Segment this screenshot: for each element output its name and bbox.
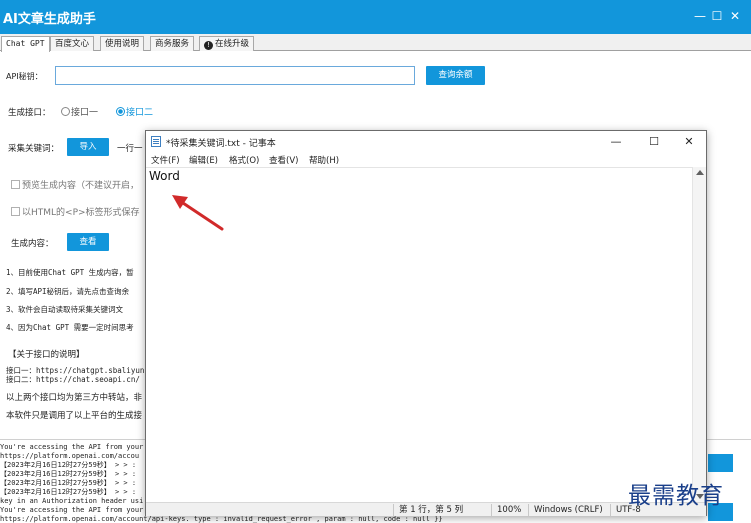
- scroll-up-arrow-icon[interactable]: [696, 170, 704, 175]
- tab-baidu-wenxin[interactable]: 百度文心: [50, 36, 95, 51]
- log-line: https://platform.openai.com/accou: [0, 452, 140, 460]
- platform-note: 本软件只是调用了以上平台的生成接: [6, 411, 143, 421]
- api-key-input[interactable]: [55, 66, 415, 85]
- menu-file[interactable]: 文件(F): [151, 154, 180, 166]
- note-line-3: 3、软件会自动读取待采集关键词文: [6, 305, 124, 314]
- tab-online-upgrade[interactable]: ! 在线升级: [199, 36, 255, 51]
- log-line: https://platform.openai.com/account/api-…: [0, 515, 443, 523]
- log-line: 【2023年2月16日12时27分59秒】 > > :: [0, 461, 137, 469]
- notepad-close-button[interactable]: ✕: [681, 134, 697, 149]
- html-p-checkbox-label: 以HTML的<P>标签形式保存: [22, 208, 140, 218]
- interface-heading: 【关于接口的说明】: [8, 350, 85, 360]
- notepad-menubar: 文件(F) 编辑(E) 格式(O) 查看(V) 帮助(H): [146, 152, 706, 167]
- tab-business-service[interactable]: 商务服务: [150, 36, 195, 51]
- note-line-1: 1、目前使用Chat GPT 生成内容，暂: [6, 268, 134, 277]
- preview-checkbox-label: 预览生成内容（不建议开启，: [22, 181, 140, 191]
- log-line: 【2023年2月16日12时27分59秒】 > > :: [0, 479, 137, 487]
- close-button[interactable]: ✕: [727, 8, 743, 24]
- log-line: key in an Authorization header usi: [0, 497, 144, 505]
- import-button[interactable]: 导入: [67, 138, 109, 156]
- log-line: 【2023年2月16日12时27分59秒】 > > :: [0, 488, 137, 496]
- status-line-ending: Windows (CRLF): [528, 504, 610, 516]
- tab-usage-guide[interactable]: 使用说明: [100, 36, 145, 51]
- interface-label: 生成接口：: [8, 108, 51, 118]
- notepad-maximize-button[interactable]: ☐: [646, 134, 662, 149]
- watermark-logo: 最需教育: [628, 483, 724, 509]
- red-arrow-icon: [172, 195, 224, 231]
- menu-view[interactable]: 查看(V): [269, 154, 298, 166]
- radio-dot: [61, 107, 70, 116]
- maximize-button[interactable]: ☐: [709, 8, 725, 24]
- interface-line-2: 接口二：https://chat.seoapi.cn/: [6, 375, 140, 384]
- query-balance-button[interactable]: 查询余额: [426, 66, 485, 85]
- html-p-checkbox[interactable]: 以HTML的<P>标签形式保存: [11, 205, 140, 218]
- note-line-2: 2、填写API秘钥后，请先点击查询余: [6, 287, 130, 296]
- app-title: AI文章生成助手: [3, 12, 96, 27]
- radio-interface-1[interactable]: 接口一: [61, 105, 98, 118]
- notepad-vertical-scrollbar[interactable]: [692, 167, 706, 502]
- log-line: You're accessing the API from your: [0, 506, 144, 514]
- radio-interface-1-label: 接口一: [71, 108, 99, 118]
- notepad-file-icon: [151, 136, 161, 147]
- view-button[interactable]: 查看: [67, 233, 109, 251]
- log-line: 【2023年2月16日12时27分59秒】 > > :: [0, 470, 137, 478]
- minimize-button[interactable]: —: [692, 8, 708, 24]
- menu-help[interactable]: 帮助(H): [309, 154, 339, 166]
- right-panel-button[interactable]: [708, 454, 733, 472]
- tab-chat-gpt[interactable]: Chat GPT: [1, 36, 50, 52]
- notepad-minimize-button[interactable]: —: [608, 134, 624, 149]
- tab-online-upgrade-label: 在线升级: [215, 39, 250, 49]
- info-circle-icon: !: [204, 41, 213, 50]
- keyword-label: 采集关键词：: [8, 144, 60, 154]
- checkbox-box: [11, 180, 20, 189]
- notepad-content[interactable]: Word: [149, 169, 180, 183]
- notepad-titlebar: *待采集关键词.txt - 记事本 — ☐ ✕: [146, 131, 706, 152]
- radio-interface-2-label: 接口二: [126, 108, 154, 118]
- keyword-hint: 一行一: [117, 144, 143, 154]
- radio-interface-2[interactable]: 接口二: [116, 105, 153, 118]
- notepad-statusbar: 第 1 行，第 5 列 100% Windows (CRLF) UTF-8: [146, 502, 706, 516]
- menu-format[interactable]: 格式(O): [229, 154, 259, 166]
- preview-checkbox[interactable]: 预览生成内容（不建议开启，: [11, 178, 139, 191]
- api-key-label: API秘钥：: [6, 72, 43, 81]
- checkbox-box: [11, 207, 20, 216]
- relay-note: 以上两个接口均为第三方中转站，非: [6, 393, 143, 403]
- menu-edit[interactable]: 编辑(E): [189, 154, 218, 166]
- tab-strip: Chat GPT 百度文心 使用说明 商务服务 ! 在线升级: [0, 34, 751, 52]
- log-line: You're accessing the API from your: [0, 443, 144, 451]
- status-cursor-position: 第 1 行，第 5 列: [393, 504, 491, 516]
- content-label: 生成内容：: [11, 239, 54, 249]
- radio-dot: [116, 107, 125, 116]
- note-line-4: 4、因为Chat GPT 需要一定时间思考: [6, 323, 134, 332]
- notepad-title: *待采集关键词.txt - 记事本: [166, 139, 276, 149]
- status-zoom: 100%: [491, 504, 528, 516]
- app-titlebar: AI文章生成助手 — ☐ ✕: [0, 0, 751, 34]
